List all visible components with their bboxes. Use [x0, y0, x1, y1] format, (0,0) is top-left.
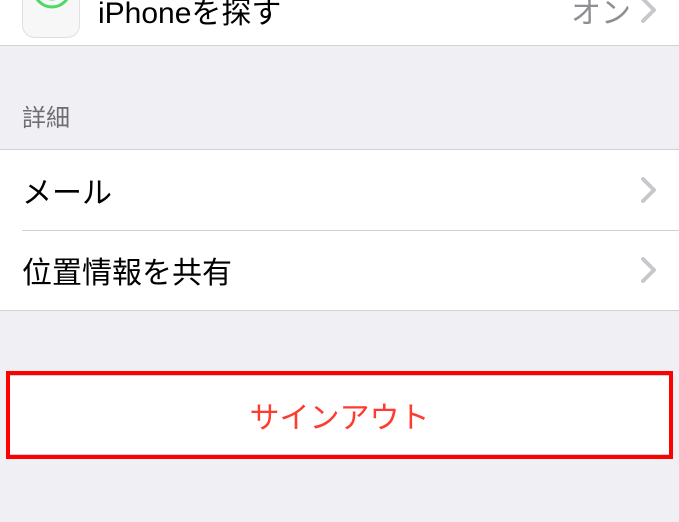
- find-my-iphone-icon: [22, 0, 80, 38]
- signout-highlight: サインアウト: [6, 371, 673, 459]
- find-my-iphone-row[interactable]: iPhoneを探す オン: [0, 0, 679, 46]
- details-list: メール 位置情報を共有: [0, 149, 679, 311]
- find-my-iphone-value: オン: [571, 0, 631, 32]
- mail-row[interactable]: メール: [0, 150, 679, 230]
- chevron-right-icon: [641, 257, 657, 283]
- find-my-iphone-label: iPhoneを探す: [98, 0, 571, 32]
- details-section-header: 詳細: [0, 46, 679, 149]
- mail-label: メール: [22, 168, 641, 212]
- chevron-right-icon: [641, 0, 657, 23]
- chevron-right-icon: [641, 177, 657, 203]
- share-location-row[interactable]: 位置情報を共有: [0, 230, 679, 310]
- share-location-label: 位置情報を共有: [22, 248, 641, 292]
- signout-button[interactable]: サインアウト: [10, 375, 669, 455]
